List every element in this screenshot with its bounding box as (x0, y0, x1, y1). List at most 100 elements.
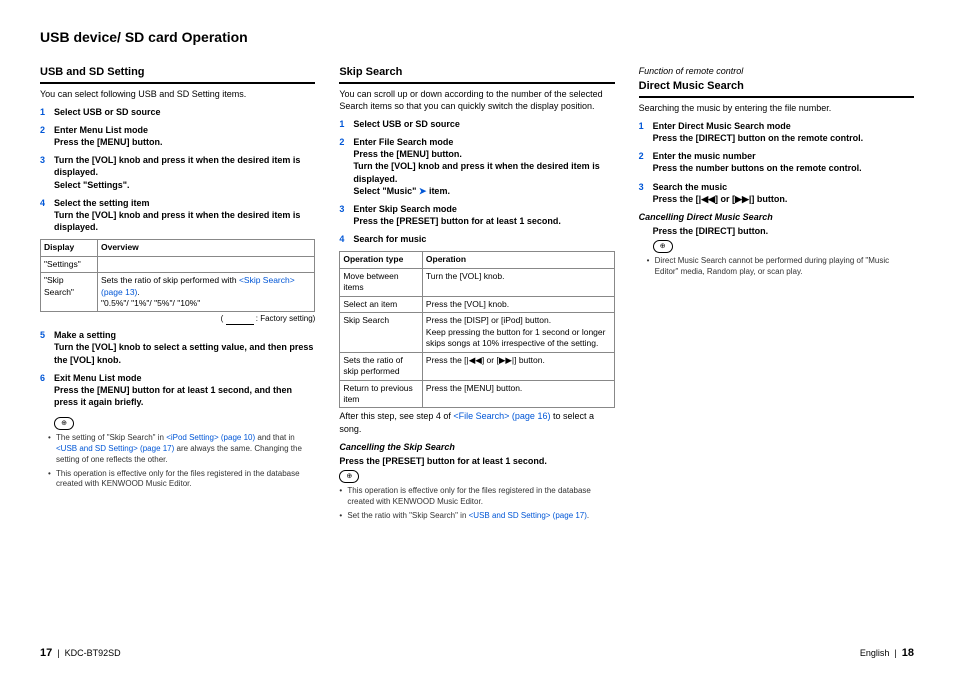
model-name: KDC-BT92SD (65, 648, 121, 658)
cell: Press the [|◀◀] or [▶▶|] button. (422, 352, 614, 380)
cell: Return to previous item (340, 380, 423, 408)
footer: 17 | KDC-BT92SD English | 18 (40, 646, 914, 661)
step-2: Enter Menu List mode Press the [MENU] bu… (40, 124, 315, 148)
notes-list: This operation is effective only for the… (339, 486, 614, 521)
step-title: Exit Menu List mode (54, 373, 142, 383)
cell: Press the [MENU] button. (422, 380, 614, 408)
cell: Select an item (340, 296, 423, 312)
page-number-right: 18 (902, 647, 914, 659)
step-2: Enter the music number Press the number … (639, 150, 914, 174)
cell-text: . (137, 287, 139, 297)
cell: "Settings" (41, 256, 98, 272)
intro-text: You can scroll up or down according to t… (339, 88, 614, 112)
note-text: and that in (255, 433, 295, 442)
step-body: Press the [MENU] button.Turn the [VOL] k… (353, 149, 599, 195)
step-body: Press the [MENU] button. (54, 137, 163, 147)
cell: "Skip Search" (41, 273, 98, 312)
step-body-text: Press the [MENU] button.Turn the [VOL] k… (353, 149, 599, 195)
step-body: Turn the [VOL] knob and press it when th… (54, 210, 300, 232)
th-overview: Overview (97, 240, 314, 256)
step-3: Search the music Press the [|◀◀] or [▶▶|… (639, 181, 914, 205)
steps-list-2: Make a setting Turn the [VOL] knob to se… (40, 329, 315, 408)
note-item: Direct Music Search cannot be performed … (655, 256, 914, 278)
factory-setting-note: ( : Factory setting) (40, 314, 315, 325)
step-title: Enter the music number (653, 151, 756, 161)
step-5: Make a setting Turn the [VOL] knob to se… (40, 329, 315, 365)
step-title: Enter File Search mode (353, 137, 453, 147)
cancel-body: Press the [DIRECT] button. (639, 225, 914, 237)
step-4: Search for music (339, 233, 614, 245)
table-row: Select an itemPress the [VOL] knob. (340, 296, 614, 312)
step-title: Make a setting (54, 330, 116, 340)
column-usb-sd-setting: USB and SD Setting You can select follow… (40, 65, 315, 525)
step-title: Search for music (353, 234, 426, 244)
link-ipod-setting[interactable]: <iPod Setting> (page 10) (166, 433, 255, 442)
step-body: Press the [|◀◀] or [▶▶|] button. (653, 194, 788, 204)
step-1: Select USB or SD source (339, 118, 614, 130)
step-1: Enter Direct Music Search mode Press the… (639, 120, 914, 144)
table-row: Sets the ratio of skip performedPress th… (340, 352, 614, 380)
step-body: Press the [MENU] button for at least 1 s… (54, 385, 292, 407)
th-operation: Operation (422, 252, 614, 268)
note-item: This operation is effective only for the… (347, 486, 614, 508)
note-item: The setting of "Skip Search" in <iPod Se… (56, 433, 315, 465)
step-title: Search the music (653, 182, 728, 192)
th-display: Display (41, 240, 98, 256)
footer-left: 17 | KDC-BT92SD (40, 646, 121, 661)
note-item: This operation is effective only for the… (56, 469, 315, 491)
intro-text: You can select following USB and SD Sett… (40, 88, 315, 100)
step-1: Select USB or SD source (40, 106, 315, 118)
steps-list: Select USB or SD source Enter Menu List … (40, 106, 315, 233)
cell-text: "0.5%"/ "1%"/ "5%"/ "10%" (101, 298, 200, 308)
note-text: The setting of "Skip Search" in (56, 433, 166, 442)
content-columns: USB and SD Setting You can select follow… (40, 65, 914, 525)
cell (97, 256, 314, 272)
cell: Press the [DISP] or [iPod] button.Keep p… (422, 313, 614, 352)
note-text: Set the ratio with "Skip Search" in (347, 511, 468, 520)
cell: Press the [VOL] knob. (422, 296, 614, 312)
cell: Turn the [VOL] knob. (422, 268, 614, 296)
page-title: USB device/ SD card Operation (40, 28, 914, 47)
step-title: Enter Skip Search mode (353, 204, 457, 214)
step-3: Enter Skip Search mode Press the [PRESET… (339, 203, 614, 227)
step-3: Turn the [VOL] knob and press it when th… (40, 154, 315, 190)
notes-list: Direct Music Search cannot be performed … (639, 256, 914, 278)
language-label: English (860, 648, 890, 658)
page-number-left: 17 (40, 647, 52, 659)
cell: Sets the ratio of skip performed (340, 352, 423, 380)
step-body: Press the number buttons on the remote c… (653, 163, 862, 173)
step-title: Select USB or SD source (353, 119, 460, 129)
remote-icon: ⊕ (653, 240, 673, 253)
table-row: Skip SearchPress the [DISP] or [iPod] bu… (340, 313, 614, 352)
step-body: Turn the [VOL] knob to select a setting … (54, 342, 313, 364)
table-row: "Skip Search" Sets the ratio of skip per… (41, 273, 315, 312)
after-table-text: After this step, see step 4 of <File Sea… (339, 410, 614, 434)
note-item: Set the ratio with "Skip Search" in <USB… (347, 511, 614, 522)
step-title: Select the setting item (54, 198, 150, 208)
link-usb-sd-setting[interactable]: <USB and SD Setting> (page 17) (56, 444, 174, 453)
cell: Skip Search (340, 313, 423, 352)
operation-table: Operation type Operation Move between it… (339, 251, 614, 408)
settings-table: Display Overview "Settings" "Skip Search… (40, 239, 315, 312)
cancel-heading: Cancelling the Skip Search (339, 441, 614, 453)
remote-icon: ⊕ (339, 470, 359, 483)
step-2: Enter File Search mode Press the [MENU] … (339, 136, 614, 197)
footer-right: English | 18 (860, 646, 914, 661)
cancel-body: Press the [PRESET] button for at least 1… (339, 455, 614, 467)
th-optype: Operation type (340, 252, 423, 268)
after-pre: After this step, see step 4 of (339, 411, 453, 421)
steps-list: Enter Direct Music Search mode Press the… (639, 120, 914, 205)
column-direct-music-search: Function of remote control Direct Music … (639, 65, 914, 525)
notes-list: The setting of "Skip Search" in <iPod Se… (40, 433, 315, 490)
step-6: Exit Menu List mode Press the [MENU] but… (40, 372, 315, 408)
cell: Sets the ratio of skip performed with <S… (97, 273, 314, 312)
link-file-search[interactable]: <File Search> (page 16) (453, 411, 550, 421)
step-body: Press the [DIRECT] button on the remote … (653, 133, 864, 143)
cell: Move between items (340, 268, 423, 296)
intro-text: Searching the music by entering the file… (639, 102, 914, 114)
link-usb-sd-setting[interactable]: <USB and SD Setting> (page 17) (469, 511, 587, 520)
table-row: Return to previous itemPress the [MENU] … (340, 380, 614, 408)
note-text: . (587, 511, 589, 520)
function-line: Function of remote control (639, 65, 914, 77)
section-heading: Direct Music Search (639, 79, 914, 98)
